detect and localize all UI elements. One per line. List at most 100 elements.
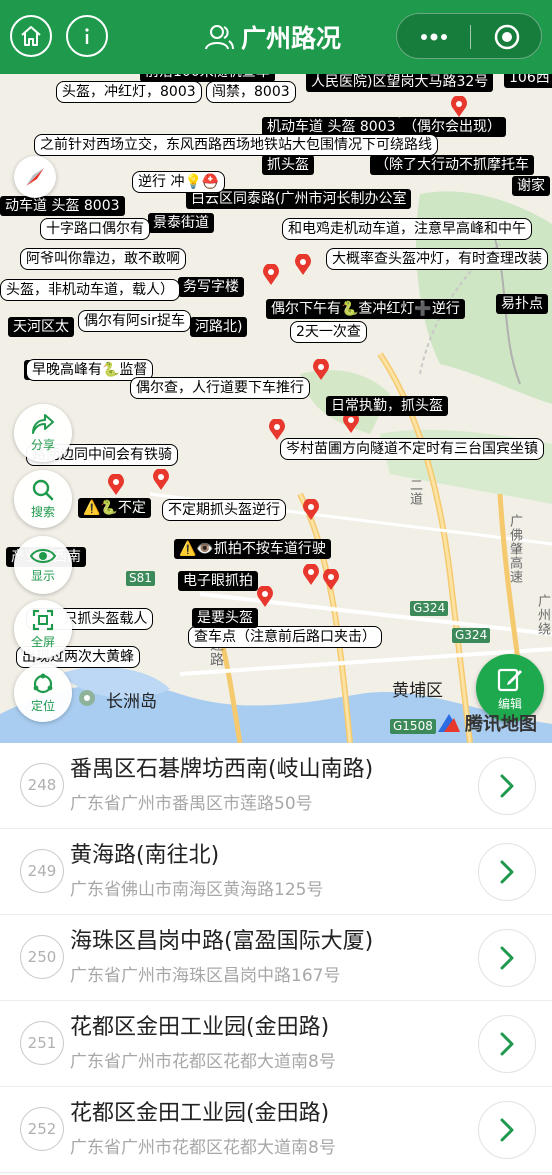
map-annotation[interactable]: 务写字楼 [178,277,244,297]
home-button[interactable] [10,15,52,57]
navigate-button[interactable] [478,1101,536,1159]
more-dots-icon [420,33,447,41]
pin-marker[interactable] [260,264,282,286]
eye-icon [30,549,56,563]
edit-icon [497,668,522,691]
map-annotation[interactable]: 日常执勤，抓头盔 [326,396,448,416]
map-annotation[interactable]: 谢家 [512,176,550,196]
pin-marker[interactable] [448,96,470,118]
compass-button[interactable] [14,156,56,198]
map-annotation[interactable]: 电子眼抓拍 [178,571,258,591]
navigate-button[interactable] [478,757,536,815]
highway-shield: G324 [452,628,491,643]
item-address: 广东省广州市花都区花都大道南8号 [70,1052,336,1072]
navigate-button[interactable] [478,843,536,901]
list-item[interactable]: 249 黄海路(南往北) 广东省佛山市南海区黄海路125号 [0,829,552,915]
map-annotation[interactable]: （除了大行动不抓摩托车 [370,155,534,175]
item-title: 番禺区石碁牌坊西南(岐山南路) [70,757,374,782]
display-label: 显示 [30,569,55,583]
map-annotation[interactable]: 十字路口偶尔有 [40,218,150,240]
map-annotation[interactable]: 查车点（注意前后路口夹击） [188,626,382,648]
locate-button[interactable]: 定位 [14,664,72,722]
mini-program-capsule [396,13,542,59]
map-annotation[interactable]: 2天一次查 [290,321,367,343]
navigate-button[interactable] [478,1015,536,1073]
item-address: 广东省广州市花都区花都大道南8号 [70,1138,336,1158]
list-item[interactable]: 251 花都区金田工业园(金田路) 广东省广州市花都区花都大道南8号 [0,1001,552,1087]
pin-marker[interactable] [105,474,127,496]
pin-marker[interactable] [300,564,322,586]
highway-shield: G1508 [390,719,436,734]
map-annotation[interactable]: 动车道 头盔 8003 [0,196,125,216]
map-annotation[interactable]: 天河区太 [8,317,74,337]
fullscreen-icon [32,609,54,631]
title-group: 广州路况 [205,18,341,56]
pin-marker[interactable] [292,254,314,276]
share-label: 分享 [30,438,55,452]
compass-icon [26,168,44,186]
close-button[interactable] [471,14,543,60]
pin-marker[interactable] [300,499,322,521]
item-number: 249 [20,849,64,893]
brand-name: 腾讯地图 [465,714,537,735]
item-title: 花都区金田工业园(金田路) [70,1015,330,1040]
list-item[interactable]: 248 番禺区石碁牌坊西南(岐山南路) 广东省广州市番禺区市莲路50号 [0,743,552,829]
map-annotation[interactable]: 偶尔下午有🐍查冲红灯➕逆行 [266,299,465,319]
road-name: 广佛肇高速 [507,514,522,584]
item-number: 251 [20,1021,64,1065]
item-title: 黄海路(南往北) [70,843,220,868]
map-annotation[interactable]: ⚠️👁️抓拍不按车道行驶 [174,539,331,559]
navigate-button[interactable] [478,929,536,987]
location-list: 248 番禺区石碁牌坊西南(岐山南路) 广东省广州市番禺区市莲路50号 249 … [0,743,552,1175]
map-annotation[interactable]: 人民医院)区望岗大马路32号 [306,74,494,92]
map-annotation[interactable]: 偶尔查，人行道要下车推行 [130,377,310,399]
list-item[interactable]: 250 海珠区昌岗中路(富盈国际大厦) 广东省广州市海珠区昌岗中路167号 [0,915,552,1001]
edit-label: 编辑 [497,696,522,711]
map-annotation[interactable]: 抓头盔 [262,155,314,175]
map-annotation[interactable]: 易扑点 [496,294,548,314]
pin-marker[interactable] [150,469,172,491]
poi-icon [79,690,95,706]
map-annotation[interactable]: 偶尔有阿sir捉车 [78,310,191,332]
map-annotation[interactable]: 闯禁，8003 [206,81,296,103]
map-annotation[interactable]: 和电鸡走机动车道，注意早高峰和中午 [282,218,532,240]
map-annotation[interactable]: 大概率查头盔冲灯，有时查理改装 [326,248,548,270]
map-view[interactable]: 黄埔区 长洲岛 广佛肇高速 广州绕 快速路 二道 S81 G324 G324 G… [0,74,552,743]
map-annotation[interactable]: ⚠️🐍不定 [78,498,151,518]
target-close-icon [494,24,520,50]
info-icon [85,28,89,44]
search-button[interactable]: 搜索 [14,470,72,528]
map-annotation[interactable]: 之前针对西场立交，东风西路西场地铁站大包围情况下可绕路线 [34,134,438,156]
map-annotation[interactable]: 岑村苗圃方向隧道不定时有三台国宾坐镇 [280,438,544,460]
app-header: 广州路况 [0,0,552,74]
road-name: 广州绕 [535,594,550,636]
map-annotation[interactable]: 头盔，冲红灯，8003 [56,81,202,103]
users-icon [205,25,234,50]
pin-marker[interactable] [320,569,342,591]
pin-marker[interactable] [310,359,332,381]
map-annotation[interactable]: 逆行 冲💡⛑️ [132,171,226,193]
info-button[interactable] [66,15,108,57]
fullscreen-button[interactable]: 全屏 [14,600,72,658]
map-brand: 腾讯地图 [436,710,537,736]
item-number: 252 [20,1107,64,1151]
map-annotation[interactable]: 景泰街道 [148,213,214,233]
place-name: 黄埔区 [392,681,443,701]
map-annotation[interactable]: 106西 [504,74,552,88]
more-button[interactable] [397,14,470,60]
search-label: 搜索 [30,505,55,519]
highway-shield: S81 [126,571,155,586]
map-annotation[interactable]: 阿爷叫你靠边，敢不敢啊 [20,248,186,270]
item-number: 248 [20,763,64,807]
item-address: 广东省广州市海珠区昌岗中路167号 [70,966,341,986]
map-annotation[interactable]: 不定期抓头盔逆行 [162,499,286,521]
road-name: 二道 [407,478,422,506]
chevron-right-icon [500,774,514,798]
map-annotation[interactable]: 是要头盔 [192,608,258,628]
display-button[interactable]: 显示 [14,536,72,594]
map-annotation[interactable]: 头盔，非机动车道，载人） [0,279,180,301]
list-item[interactable]: 252 花都区金田工业园(金田路) 广东省广州市花都区花都大道南8号 [0,1087,552,1173]
locate-label: 定位 [30,699,55,713]
map-annotation[interactable]: 河路北) [190,317,248,337]
share-button[interactable]: 分享 [14,404,72,462]
